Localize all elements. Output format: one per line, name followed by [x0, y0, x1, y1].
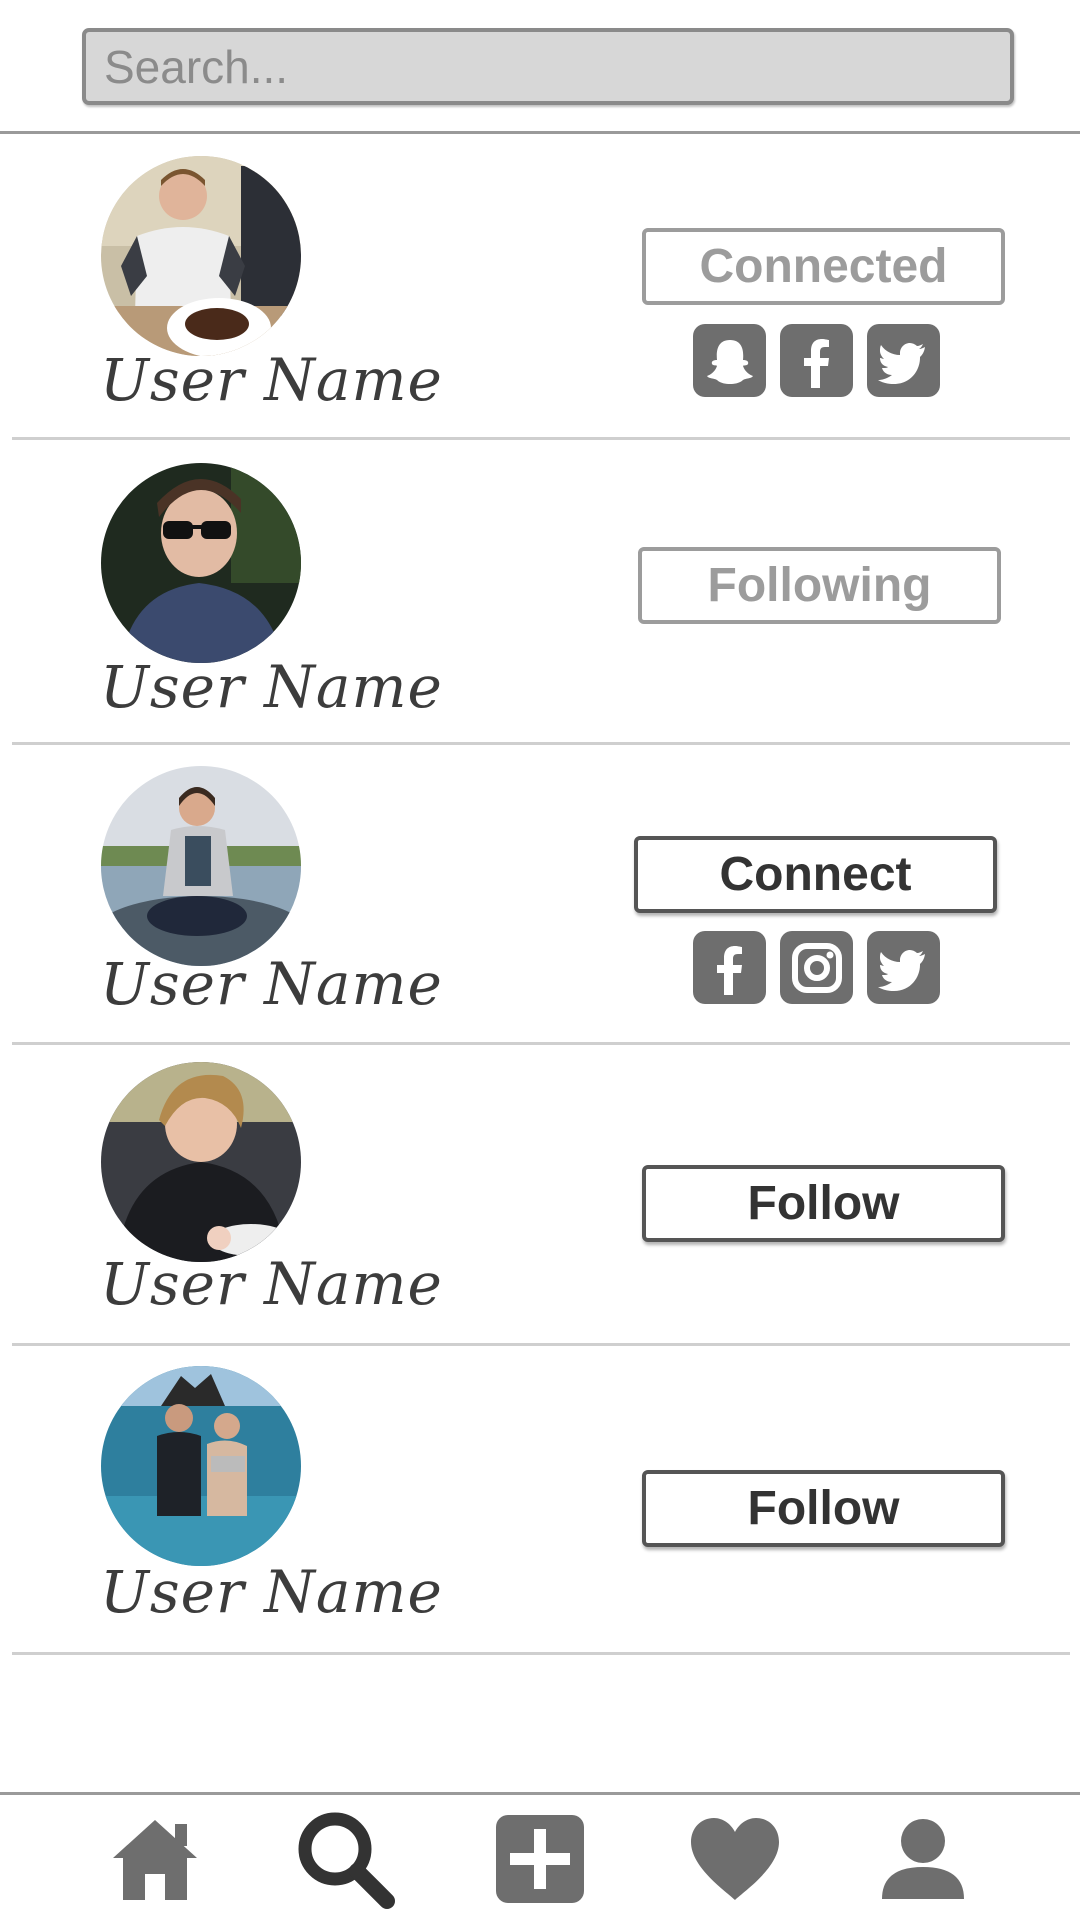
connected-button[interactable]: Connected [642, 228, 1005, 305]
search-header [0, 0, 1080, 133]
social-links [693, 931, 940, 1004]
user-avatar[interactable] [101, 766, 301, 966]
user-name: User Name [100, 653, 443, 721]
user-avatar[interactable] [101, 156, 301, 356]
user-list: User Name Connected User Name Following … [0, 134, 1080, 1655]
bottom-nav [0, 1795, 1080, 1920]
following-button[interactable]: Following [638, 547, 1001, 624]
user-name: User Name [100, 1558, 443, 1626]
user-avatar[interactable] [101, 1366, 301, 1566]
facebook-icon[interactable] [693, 931, 766, 1004]
user-row[interactable]: User Name Following [0, 440, 1080, 745]
twitter-icon[interactable] [867, 324, 940, 397]
follow-button[interactable]: Follow [642, 1470, 1005, 1547]
user-name: User Name [100, 346, 443, 414]
snapchat-icon[interactable] [693, 324, 766, 397]
profile-icon[interactable] [868, 1809, 978, 1909]
user-row[interactable]: User Name Follow [0, 1346, 1080, 1655]
facebook-icon[interactable] [780, 324, 853, 397]
row-divider [12, 1652, 1070, 1655]
follow-button[interactable]: Follow [642, 1165, 1005, 1242]
instagram-icon[interactable] [780, 931, 853, 1004]
user-row[interactable]: User Name Connected [0, 134, 1080, 440]
search-box[interactable] [82, 28, 1014, 105]
user-avatar[interactable] [101, 1062, 301, 1262]
social-links [693, 324, 940, 397]
home-icon[interactable] [100, 1809, 210, 1909]
twitter-icon[interactable] [867, 931, 940, 1004]
user-row[interactable]: User Name Follow [0, 1045, 1080, 1346]
add-post-icon[interactable] [485, 1809, 595, 1909]
user-name: User Name [100, 950, 443, 1018]
search-input[interactable] [86, 32, 1010, 101]
connect-button[interactable]: Connect [634, 836, 997, 913]
user-row[interactable]: User Name Connect [0, 745, 1080, 1045]
search-icon[interactable] [290, 1809, 400, 1909]
likes-heart-icon[interactable] [680, 1809, 790, 1909]
user-name: User Name [100, 1250, 443, 1318]
user-avatar[interactable] [101, 463, 301, 663]
